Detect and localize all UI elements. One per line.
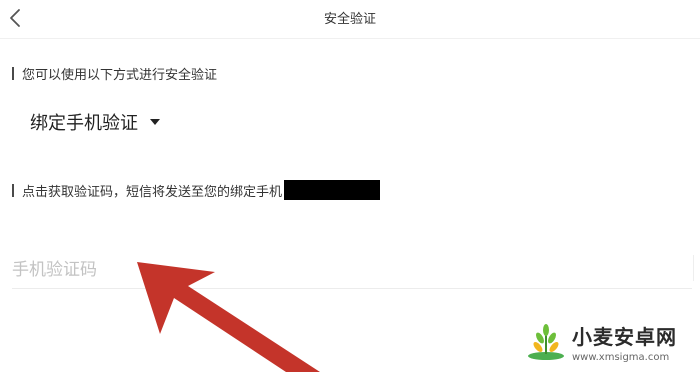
- sms-code-input[interactable]: [12, 252, 692, 289]
- page-title: 安全验证: [323, 12, 376, 27]
- verify-methods-text: 您可以使用以下方式进行安全验证: [22, 68, 218, 83]
- watermark-url: www.xmsigma.com: [572, 352, 670, 363]
- section-marker: [12, 67, 14, 80]
- verify-method-value: 绑定手机验证: [30, 113, 138, 134]
- verify-methods-label: 您可以使用以下方式进行安全验证: [12, 64, 217, 83]
- input-divider: [693, 255, 694, 281]
- redacted-phone-number: [284, 180, 381, 200]
- caret-down-icon: [150, 119, 160, 125]
- wheat-logo-icon: [528, 324, 564, 360]
- sms-info-text: 点击获取验证码，短信将发送至您的绑定手机: [22, 184, 283, 200]
- sms-info-label: 点击获取验证码，短信将发送至您的绑定手机: [12, 180, 381, 200]
- section-marker: [12, 183, 14, 197]
- top-nav-bar: 安全验证: [0, 0, 700, 39]
- verify-method-dropdown[interactable]: 绑定手机验证: [30, 108, 160, 136]
- watermark-name: 小麦安卓网: [572, 325, 677, 349]
- watermark: 小麦安卓网 www.xmsigma.com: [520, 312, 700, 372]
